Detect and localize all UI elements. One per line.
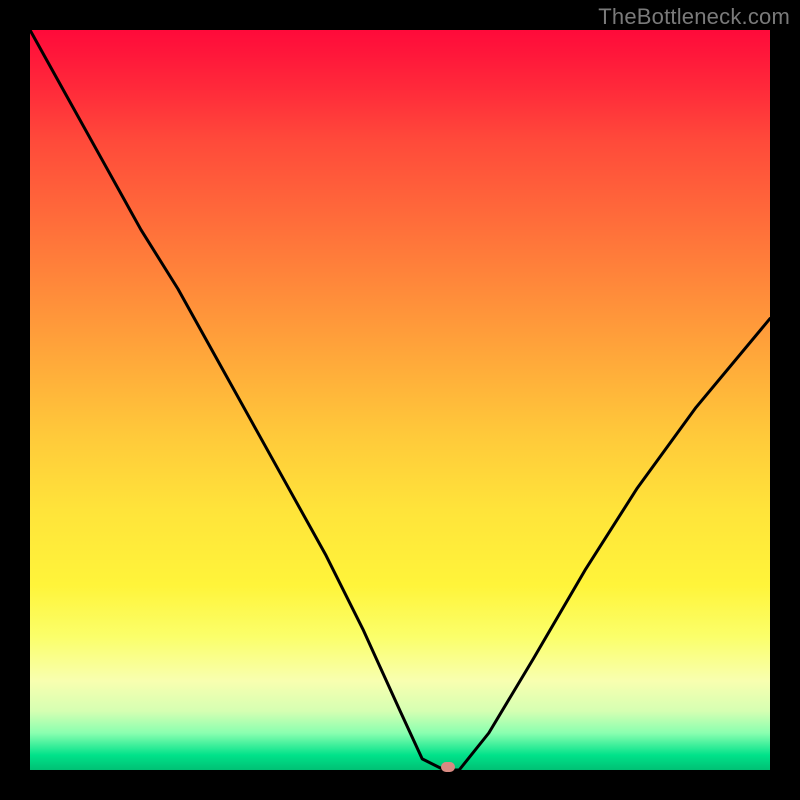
bottleneck-curve [30,30,770,770]
optimal-point-marker [441,762,455,772]
watermark: TheBottleneck.com [598,4,790,30]
